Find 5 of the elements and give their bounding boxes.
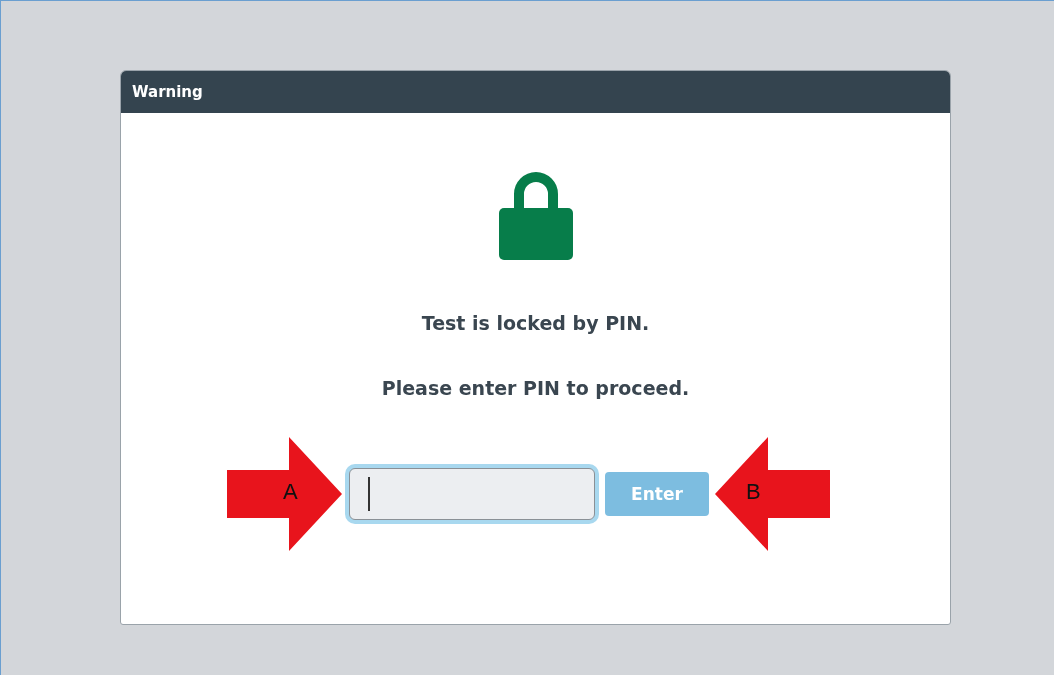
message-text: Test is locked by PIN. [421, 312, 650, 334]
message-text: Please enter PIN to proceed. [381, 377, 690, 399]
callout-label: A [283, 479, 298, 505]
dialog-title: Warning [132, 83, 203, 101]
callout-label: B [746, 479, 761, 505]
